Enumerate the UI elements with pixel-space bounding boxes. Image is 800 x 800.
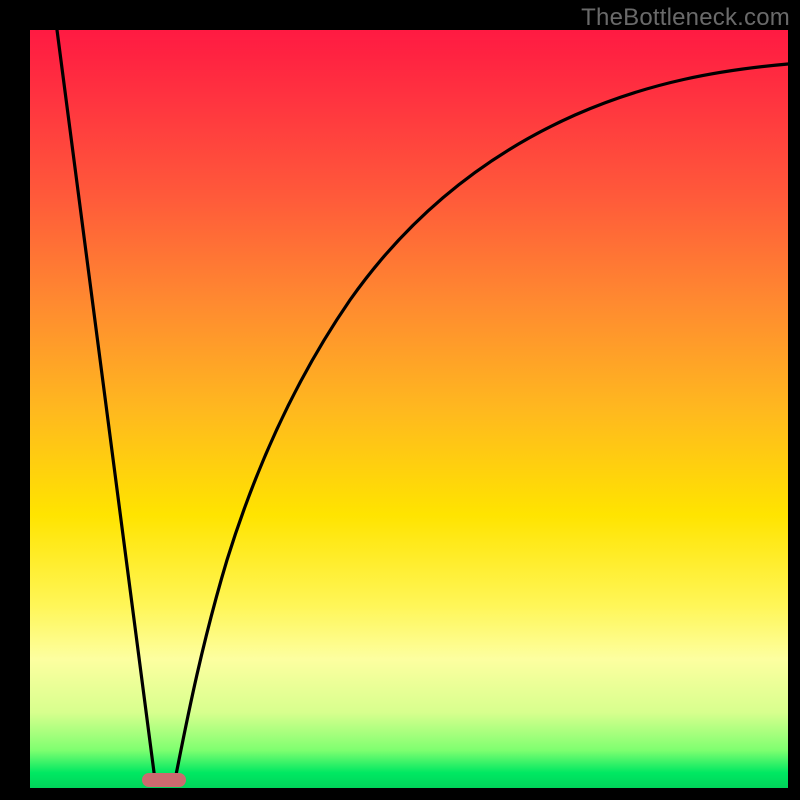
curve-right-segment [175, 64, 788, 780]
curve-left-segment [57, 30, 155, 780]
plot-area [30, 30, 788, 788]
watermark-text: TheBottleneck.com [581, 4, 790, 32]
min-marker [142, 773, 186, 787]
chart-lines [30, 30, 788, 788]
chart-frame: TheBottleneck.com [0, 0, 800, 800]
